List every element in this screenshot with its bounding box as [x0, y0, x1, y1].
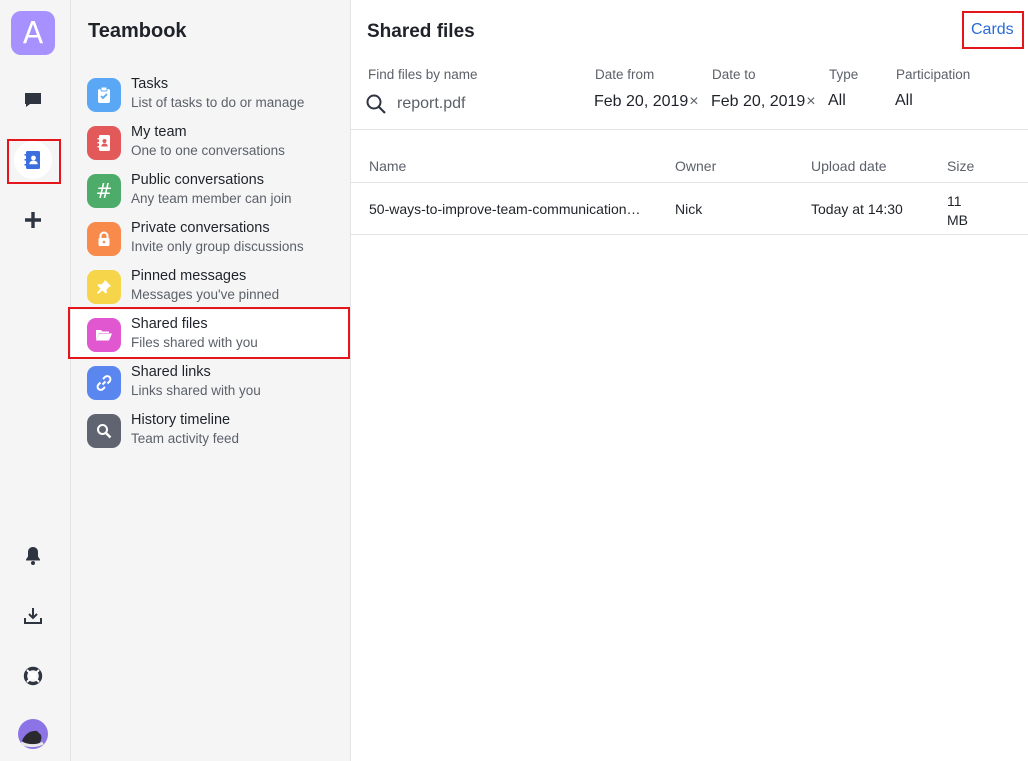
sidebar-item-label: Public conversations: [131, 172, 264, 188]
bell-icon: [26, 547, 40, 565]
date-to-value[interactable]: Feb 20, 2019: [711, 93, 805, 110]
sidebar-item-subtitle: Links shared with you: [131, 383, 261, 398]
clipboard-icon: [87, 78, 121, 112]
sidebar-item-my-team[interactable]: My team One to one conversations: [71, 118, 350, 166]
user-avatar-image: [18, 719, 48, 749]
file-name-cell[interactable]: 50-ways-to-improve-team-communication…: [369, 201, 641, 217]
find-files-label: Find files by name: [368, 67, 478, 82]
row-divider: [351, 234, 1028, 235]
page-title: Shared files: [367, 21, 475, 42]
folder-open-icon: [87, 318, 121, 352]
date-to-field[interactable]: Feb 20, 2019×: [711, 93, 816, 111]
cards-view-button[interactable]: Cards: [971, 21, 1014, 39]
file-upload-date-cell: Today at 14:30: [811, 201, 903, 217]
hash-icon: #: [87, 174, 121, 208]
search-icon: [87, 414, 121, 448]
sidebar-item-label: Shared links: [131, 364, 211, 380]
table-row[interactable]: 50-ways-to-improve-team-communication… N…: [351, 183, 1028, 235]
type-label: Type: [829, 67, 859, 82]
sidebar-item-subtitle: One to one conversations: [131, 143, 285, 158]
lifebuoy-icon: [23, 666, 43, 686]
sidebar-item-subtitle: Messages you've pinned: [131, 287, 280, 302]
sidebar-item-subtitle: Team activity feed: [131, 431, 240, 446]
date-to-label: Date to: [712, 67, 756, 82]
column-header-upload-date[interactable]: Upload date: [811, 158, 887, 174]
download-icon: [24, 608, 42, 624]
clear-date-from-button[interactable]: ×: [689, 93, 698, 110]
sidebar-item-subtitle: Files shared with you: [131, 335, 258, 350]
plus-icon: [25, 212, 41, 228]
address-book-icon: [87, 126, 121, 160]
clear-date-to-button[interactable]: ×: [806, 93, 815, 110]
column-header-name[interactable]: Name: [369, 158, 406, 174]
file-size-unit: MB: [947, 212, 968, 228]
workspace-avatar[interactable]: A: [11, 11, 55, 55]
date-from-value[interactable]: Feb 20, 2019: [594, 93, 688, 110]
contacts-book-icon: [24, 151, 40, 169]
sidebar-item-shared-files[interactable]: Shared files Files shared with you: [71, 310, 350, 358]
help-rail-button[interactable]: [13, 656, 53, 696]
file-size-value: 11: [947, 193, 962, 209]
add-rail-button[interactable]: [13, 200, 53, 240]
download-rail-button[interactable]: [13, 596, 53, 636]
type-select[interactable]: All: [828, 92, 846, 110]
pin-icon: [87, 270, 121, 304]
link-icon: [87, 366, 121, 400]
chat-rail-button[interactable]: [13, 80, 53, 120]
file-owner-cell: Nick: [675, 201, 703, 217]
chat-icon: [25, 93, 41, 107]
file-search-input[interactable]: [397, 95, 567, 113]
sidebar-item-subtitle: List of tasks to do or manage: [131, 95, 305, 110]
notifications-rail-button[interactable]: [13, 536, 53, 576]
teambook-rail-button[interactable]: [13, 140, 53, 180]
participation-label: Participation: [896, 67, 971, 82]
file-search-field[interactable]: [365, 90, 575, 118]
sidebar-item-shared-links[interactable]: Shared links Links shared with you: [71, 358, 350, 406]
file-size-cell: 11 MB: [947, 192, 968, 230]
date-from-label: Date from: [595, 67, 655, 82]
column-header-owner[interactable]: Owner: [675, 158, 716, 174]
app-rail: A: [0, 0, 71, 761]
user-avatar[interactable]: [13, 714, 53, 754]
sidebar-title: Teambook: [88, 20, 187, 42]
sidebar-item-label: My team: [131, 124, 187, 140]
teambook-sidebar: Teambook Tasks List of tasks to do or man…: [68, 0, 351, 761]
lock-icon: [87, 222, 121, 256]
filters-divider: [351, 129, 1028, 130]
date-from-field[interactable]: Feb 20, 2019×: [594, 93, 699, 111]
hash-icon-glyph: #: [95, 179, 113, 203]
sidebar-item-label: Pinned messages: [131, 268, 247, 284]
sidebar-item-subtitle: Any team member can join: [131, 191, 292, 206]
main-content: Shared files Cards Find files by name Da…: [351, 0, 1028, 761]
sidebar-item-public-conversations[interactable]: # Public conversations Any team member ca…: [71, 166, 350, 214]
sidebar-item-label: Private conversations: [131, 220, 270, 236]
column-header-size[interactable]: Size: [947, 158, 974, 174]
sidebar-item-private-conversations[interactable]: Private conversations Invite only group d…: [71, 214, 350, 262]
sidebar-item-subtitle: Invite only group discussions: [131, 239, 304, 254]
sidebar-item-history-timeline[interactable]: History timeline Team activity feed: [71, 406, 350, 454]
sidebar-item-pinned-messages[interactable]: Pinned messages Messages you've pinned: [71, 262, 350, 310]
sidebar-item-label: Tasks: [131, 76, 169, 92]
search-icon: [366, 94, 386, 114]
sidebar-item-label: History timeline: [131, 412, 231, 428]
sidebar-item-label: Shared files: [131, 316, 208, 332]
workspace-avatar-letter: A: [22, 15, 44, 51]
sidebar-item-tasks[interactable]: Tasks List of tasks to do or manage: [71, 70, 350, 118]
participation-select[interactable]: All: [895, 92, 913, 110]
